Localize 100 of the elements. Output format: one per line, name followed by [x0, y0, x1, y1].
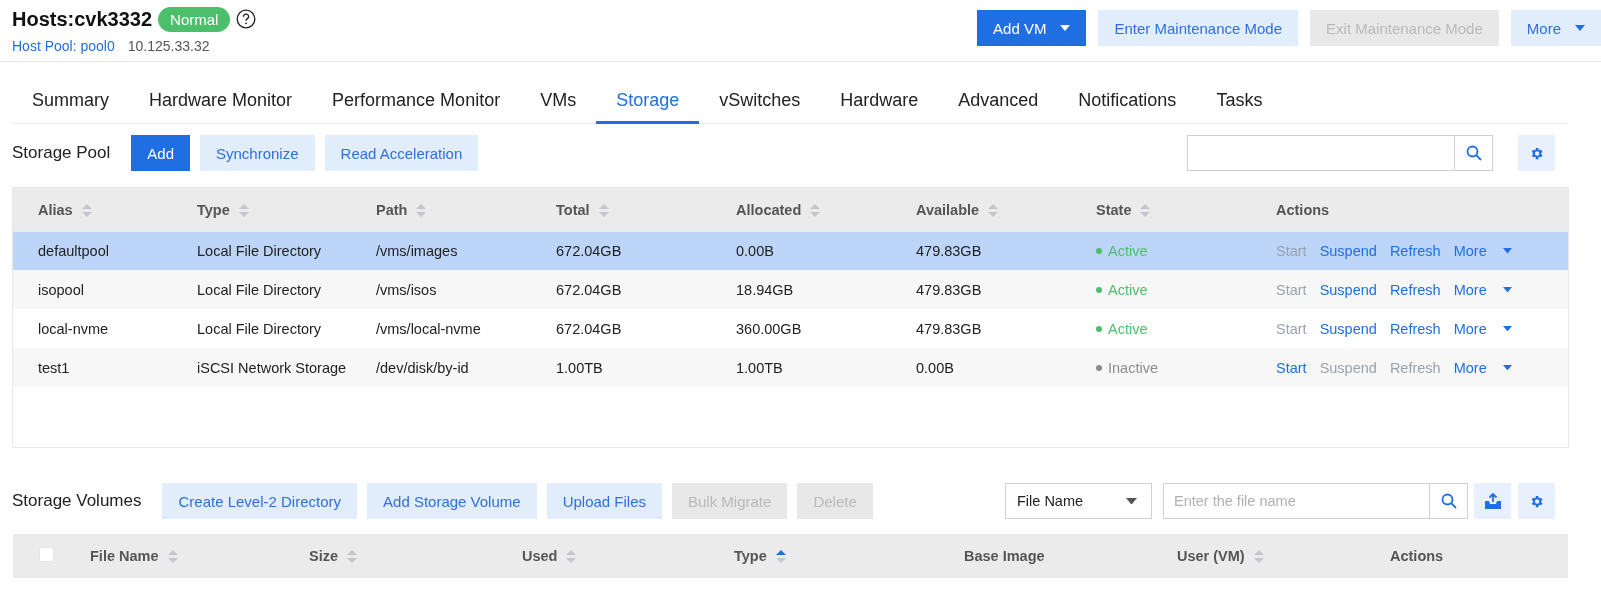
- toolbar-button[interactable]: Read Acceleration: [324, 135, 479, 171]
- action-link[interactable]: Suspend: [1319, 281, 1377, 298]
- section-title: Storage Volumes: [12, 491, 142, 511]
- status-text: Active: [1108, 281, 1148, 298]
- tab[interactable]: vSwitches: [699, 80, 821, 124]
- table-cell-text: 672.04GB: [555, 281, 623, 298]
- toolbar-button[interactable]: Add VM: [977, 10, 1087, 46]
- settings-button[interactable]: [1518, 483, 1555, 519]
- toolbar-button[interactable]: Add: [131, 135, 190, 171]
- action-link[interactable]: Suspend: [1319, 243, 1377, 259]
- sort-icon[interactable]: [774, 548, 787, 564]
- column-header[interactable]: Type: [172, 202, 351, 218]
- table-row[interactable]: isopool Local File Directory /vms/isos 672.04GB 18.94GB 479.83GB Active Start Suspend Refresh More: [13, 270, 1568, 309]
- column-header[interactable]: Alias: [13, 202, 172, 218]
- upload-button[interactable]: [1474, 483, 1511, 519]
- column-header[interactable]: Path: [351, 202, 531, 218]
- table-cell-text: local-nvme: [37, 320, 110, 337]
- table-cell-text: defaultpool: [37, 243, 110, 259]
- table-cell-text: 0.00B: [735, 243, 775, 259]
- search-icon: [1440, 493, 1457, 509]
- tab[interactable]: VMs: [520, 80, 597, 124]
- table-cell-text: 479.83GB: [915, 320, 983, 337]
- table-row[interactable]: defaultpool Local File Directory /vms/images 672.04GB 0.00B 479.83GB Active Start Suspend Refresh More: [13, 232, 1568, 270]
- table-cell-text: 672.04GB: [555, 320, 623, 337]
- status-text: Inactive: [1108, 359, 1158, 376]
- table-cell-text: 479.83GB: [915, 281, 983, 298]
- action-link[interactable]: More: [1453, 359, 1512, 376]
- table-cell-text: /vms/images: [375, 243, 459, 259]
- action-link[interactable]: Start: [1276, 359, 1307, 376]
- action-link[interactable]: Refresh: [1389, 243, 1441, 259]
- toolbar-button[interactable]: Create Level-2 Directory: [162, 483, 358, 519]
- column-header[interactable]: User (VM): [1165, 548, 1378, 564]
- status-badge: Normal: [158, 6, 231, 32]
- action-link[interactable]: Refresh: [1389, 281, 1441, 298]
- column-header[interactable]: Base Image: [952, 548, 1165, 564]
- toolbar-button[interactable]: More: [1510, 10, 1601, 46]
- tab[interactable]: Tasks: [1196, 80, 1283, 124]
- table-cell-text: isopool: [37, 281, 85, 298]
- table-cell-text: test1: [37, 359, 71, 376]
- column-header[interactable]: Total: [531, 202, 711, 218]
- tab[interactable]: Notifications: [1058, 80, 1197, 124]
- action-link[interactable]: More: [1453, 320, 1512, 337]
- table-row[interactable]: test1 iSCSI Network Storage /dev/disk/by-id 1.00TB 1.00TB 0.00B Inactive Start Suspend Refresh More: [13, 348, 1568, 387]
- filter-dropdown[interactable]: File Name: [1005, 483, 1152, 519]
- table-cell-text: 360.00GB: [735, 320, 803, 337]
- table-cell-text: /vms/local-nvme: [375, 320, 482, 337]
- table-cell-text: 479.83GB: [915, 243, 983, 259]
- toolbar-button[interactable]: Upload Files: [546, 483, 662, 519]
- table-cell-text: 1.00TB: [555, 359, 604, 376]
- table-cell-text: Local File Directory: [196, 320, 323, 337]
- action-link[interactable]: More: [1453, 243, 1512, 259]
- tab[interactable]: Advanced: [938, 80, 1059, 124]
- action-link[interactable]: Refresh: [1389, 320, 1441, 337]
- section-title: Storage Pool: [12, 143, 111, 163]
- tab[interactable]: Summary: [12, 80, 129, 124]
- action-link[interactable]: More: [1453, 281, 1512, 298]
- column-header[interactable]: Actions: [1378, 548, 1568, 564]
- toolbar-button[interactable]: Add Storage Volume: [367, 483, 537, 519]
- caret-icon: [1575, 25, 1585, 31]
- caret-icon: [1126, 497, 1137, 505]
- host-pool-link[interactable]: Host Pool: pool0: [12, 38, 115, 54]
- status-text: Active: [1108, 320, 1148, 337]
- column-header[interactable]: Used: [510, 548, 722, 564]
- column-header[interactable]: Available: [891, 202, 1071, 218]
- action-link[interactable]: Suspend: [1319, 320, 1377, 337]
- settings-button[interactable]: [1518, 135, 1555, 171]
- toolbar-button[interactable]: Synchronize: [200, 135, 315, 171]
- settings-icon: [1529, 145, 1544, 161]
- search-field[interactable]: [1187, 135, 1455, 171]
- tab[interactable]: Hardware Monitor: [129, 80, 313, 124]
- column-header[interactable]: Actions: [1251, 202, 1568, 218]
- search-field[interactable]: Enter the file name: [1163, 483, 1430, 519]
- status-text: Active: [1108, 243, 1148, 259]
- select-all-checkbox[interactable]: [39, 546, 54, 562]
- table-cell-text: Local File Directory: [196, 281, 323, 298]
- tab[interactable]: Hardware: [820, 80, 939, 124]
- action-link[interactable]: Start: [1276, 320, 1307, 337]
- tab[interactable]: Performance Monitor: [312, 80, 521, 124]
- column-header[interactable]: Allocated: [711, 202, 891, 218]
- tab[interactable]: Storage: [596, 80, 700, 124]
- table-cell-text: 18.94GB: [735, 281, 795, 298]
- table-cell-text: 672.04GB: [555, 243, 623, 259]
- page-title: Hosts:cvk3332: [12, 7, 153, 31]
- settings-icon: [1529, 493, 1544, 509]
- table-cell-text: 1.00TB: [735, 359, 784, 376]
- column-header[interactable]: State: [1071, 202, 1251, 218]
- toolbar-button[interactable]: Enter Maintenance Mode: [1098, 10, 1299, 46]
- table-cell-text: /dev/disk/by-id: [375, 359, 470, 376]
- search-button[interactable]: [1455, 135, 1493, 171]
- column-header[interactable]: Size: [297, 548, 510, 564]
- caret-icon: [1060, 25, 1071, 31]
- search-icon: [1465, 145, 1482, 161]
- upload-icon: [1483, 492, 1502, 510]
- column-header[interactable]: Type: [722, 548, 952, 564]
- table-cell-text: /vms/isos: [375, 281, 438, 298]
- table-cell-text: 0.00B: [915, 359, 955, 376]
- table-cell-text: iSCSI Network Storage: [196, 359, 348, 376]
- help-icon[interactable]: [236, 9, 257, 29]
- column-header[interactable]: File Name: [78, 548, 297, 564]
- search-button[interactable]: [1430, 483, 1468, 519]
